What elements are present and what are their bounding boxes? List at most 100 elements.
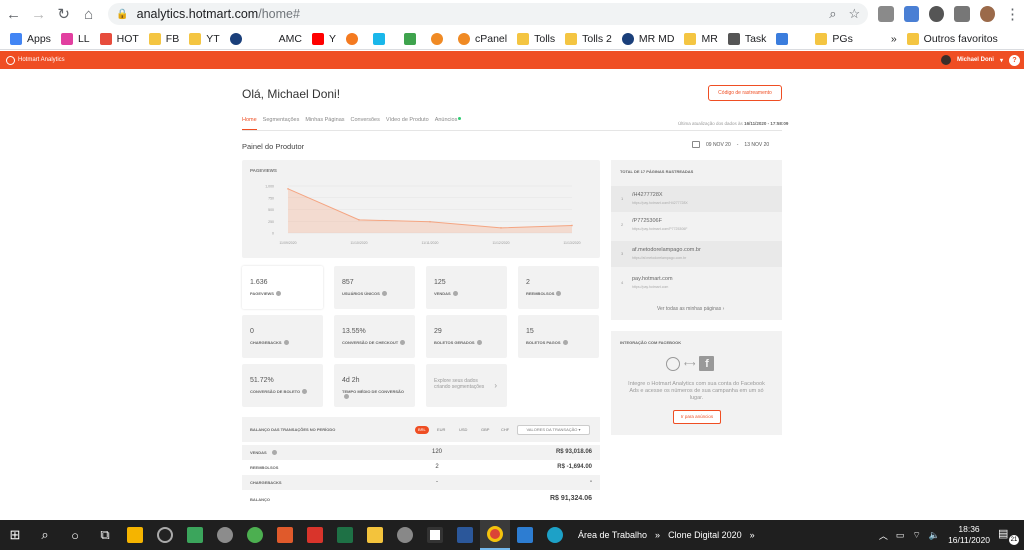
page-item[interactable]: 4 pay.hotmart.com https://pay.hotmart.com	[611, 270, 782, 296]
edge-icon[interactable]	[540, 520, 570, 550]
notification-icon[interactable]: ▤ 21	[998, 527, 1019, 545]
hotmart-logo[interactable]: Hotmart Analytics	[6, 55, 65, 65]
data-point	[287, 188, 289, 190]
bookmark-c[interactable]	[229, 32, 247, 45]
address-bar[interactable]: 🔒 analytics.hotmart.com/home# ⌕ ☆	[108, 3, 869, 25]
windows-start-icon[interactable]: ⊞	[0, 520, 30, 550]
battery-icon[interactable]: ▭	[896, 530, 905, 541]
star-icon[interactable]: ☆	[849, 6, 861, 22]
app-icon[interactable]	[210, 520, 240, 550]
bookmark-tolls2[interactable]: Tolls 2	[565, 32, 612, 45]
excel-icon[interactable]	[330, 520, 360, 550]
user-menu[interactable]: Michael Doni ▾?	[940, 54, 1020, 66]
bookmark-tolls[interactable]: Tolls	[517, 32, 555, 45]
translate-extension-icon[interactable]	[903, 6, 919, 22]
bookmark-12[interactable]	[776, 32, 793, 45]
photos-icon[interactable]	[510, 520, 540, 550]
tab-video-de-produto[interactable]: Vídeo de Produto	[386, 117, 429, 130]
currency-eur[interactable]: EUR	[434, 426, 448, 434]
bookmark-apps[interactable]: Apps	[10, 32, 51, 45]
volume-icon[interactable]: 🔈	[929, 530, 940, 541]
page-item[interactable]: 1/H4277728X https://pay.hotmart.com/H4277…	[611, 186, 782, 212]
app-icon[interactable]	[270, 520, 300, 550]
chrome-icon[interactable]	[480, 520, 510, 550]
search-icon[interactable]: ⌕	[30, 520, 60, 550]
tab-conversoes[interactable]: Conversões	[351, 117, 380, 130]
bookmark-hot[interactable]: HOT	[99, 32, 139, 45]
info-icon[interactable]	[476, 340, 482, 346]
task-view-icon[interactable]: ⧉	[90, 520, 120, 550]
profile-avatar[interactable]	[979, 6, 995, 22]
puzzle-icon[interactable]	[954, 6, 970, 22]
help-icon[interactable]: ?	[1009, 54, 1020, 66]
reload-icon[interactable]: ↻	[52, 2, 75, 26]
tab-anuncios[interactable]: Anúncios	[435, 117, 462, 130]
zoom-icon[interactable]: ⌕	[829, 6, 836, 22]
info-icon[interactable]	[400, 340, 406, 346]
word-icon[interactable]	[450, 520, 480, 550]
currency-gbp[interactable]: GBP	[478, 426, 492, 434]
currency-usd[interactable]: USD	[456, 426, 470, 434]
currency-brl[interactable]: BRL	[415, 426, 429, 434]
info-icon[interactable]	[344, 394, 349, 400]
transaction-value-select[interactable]: VALORES DA TRANSAÇÃO ▾	[517, 425, 590, 435]
bookmark-y[interactable]: Y	[311, 32, 336, 45]
bookmark-leaf[interactable]	[404, 32, 421, 45]
bookmark-v[interactable]	[373, 32, 390, 45]
app-icon[interactable]	[420, 520, 450, 550]
app-icon[interactable]	[180, 520, 210, 550]
bookmark-mrmd[interactable]: MR MD	[621, 32, 674, 45]
clone-digital-toolbar[interactable]: Clone Digital 2020	[668, 530, 742, 540]
app-icon[interactable]	[150, 520, 180, 550]
bookmark-task[interactable]: Task	[727, 32, 766, 45]
app-icon[interactable]	[120, 520, 150, 550]
desktop-toolbar[interactable]: Área de Trabalho	[578, 530, 647, 540]
bookmark-link[interactable]	[431, 32, 448, 45]
wifi-icon[interactable]: ⌔	[912, 530, 920, 541]
info-icon[interactable]	[275, 291, 281, 297]
bookmark-amc[interactable]: AMC	[279, 33, 302, 45]
pageviews-chart: PAGEVIEWS 1,000 750 500 250 0 11/09/2020 11/10…	[242, 160, 600, 258]
extension-icon[interactable]	[928, 6, 945, 22]
file-explorer-icon[interactable]	[360, 520, 390, 550]
bookmark-cpanel[interactable]: cPanel	[458, 32, 507, 45]
metric-card: 4d 2h TEMPO MÉDIO DE CONVERSÃO	[334, 364, 415, 407]
cortana-icon[interactable]: ○	[60, 520, 90, 550]
bookmark-ll[interactable]: LL	[60, 32, 90, 45]
app-icon[interactable]	[240, 520, 270, 550]
app-icon[interactable]	[300, 520, 330, 550]
tab-segmentacoes[interactable]: Segmentações	[263, 117, 300, 130]
forward-icon[interactable]: →	[27, 2, 50, 26]
date-range-picker[interactable]: 09 NOV 20 - 13 NOV 20	[692, 141, 769, 148]
chevron-up-icon[interactable]: ︿	[879, 529, 888, 542]
bookmark-yt[interactable]: YT	[189, 32, 220, 45]
tab-home[interactable]: Home	[242, 117, 257, 130]
explore-segmentations-card[interactable]: Explore seus dados criando segmentações …	[426, 364, 507, 407]
home-icon[interactable]: ⌂	[77, 2, 100, 26]
back-icon[interactable]: ←	[2, 2, 25, 26]
bookmark-fire[interactable]	[346, 32, 363, 45]
bookmark-outros[interactable]: Outros favoritos	[906, 32, 998, 45]
info-icon[interactable]	[452, 291, 458, 297]
bookmark-pgs[interactable]: PGs	[815, 32, 853, 45]
app-icon[interactable]	[390, 520, 420, 550]
menu-icon[interactable]: ⋮	[1001, 2, 1024, 26]
info-icon[interactable]	[562, 340, 568, 346]
extension-icon[interactable]	[878, 6, 894, 22]
clock[interactable]: 18:36 16/11/2020	[948, 524, 990, 546]
tab-minhas-paginas[interactable]: Minhas Páginas	[305, 117, 344, 130]
page-item[interactable]: 3 af.metodorelampago.com.br https://af.met…	[611, 241, 782, 267]
tracking-code-button[interactable]: Código de rastreamento	[708, 85, 782, 101]
info-icon[interactable]	[283, 340, 289, 346]
go-to-ads-button[interactable]: Ir para anúncios	[673, 410, 721, 424]
bookmarks-overflow[interactable]: »	[891, 33, 897, 45]
info-icon[interactable]	[556, 291, 562, 297]
currency-chf[interactable]: CHF	[498, 426, 512, 434]
bookmark-mr[interactable]: MR	[684, 32, 718, 45]
bookmark-fb[interactable]: FB	[148, 32, 179, 45]
x-tick-label: 11/10/2020	[350, 241, 367, 245]
info-icon[interactable]	[302, 389, 308, 395]
page-item[interactable]: 2/P7725306F https://pay.hotmart.com/P7725…	[611, 212, 782, 238]
see-all-pages-link[interactable]: Ver todas as minhas páginas ›	[657, 306, 724, 312]
info-icon[interactable]	[381, 291, 387, 297]
